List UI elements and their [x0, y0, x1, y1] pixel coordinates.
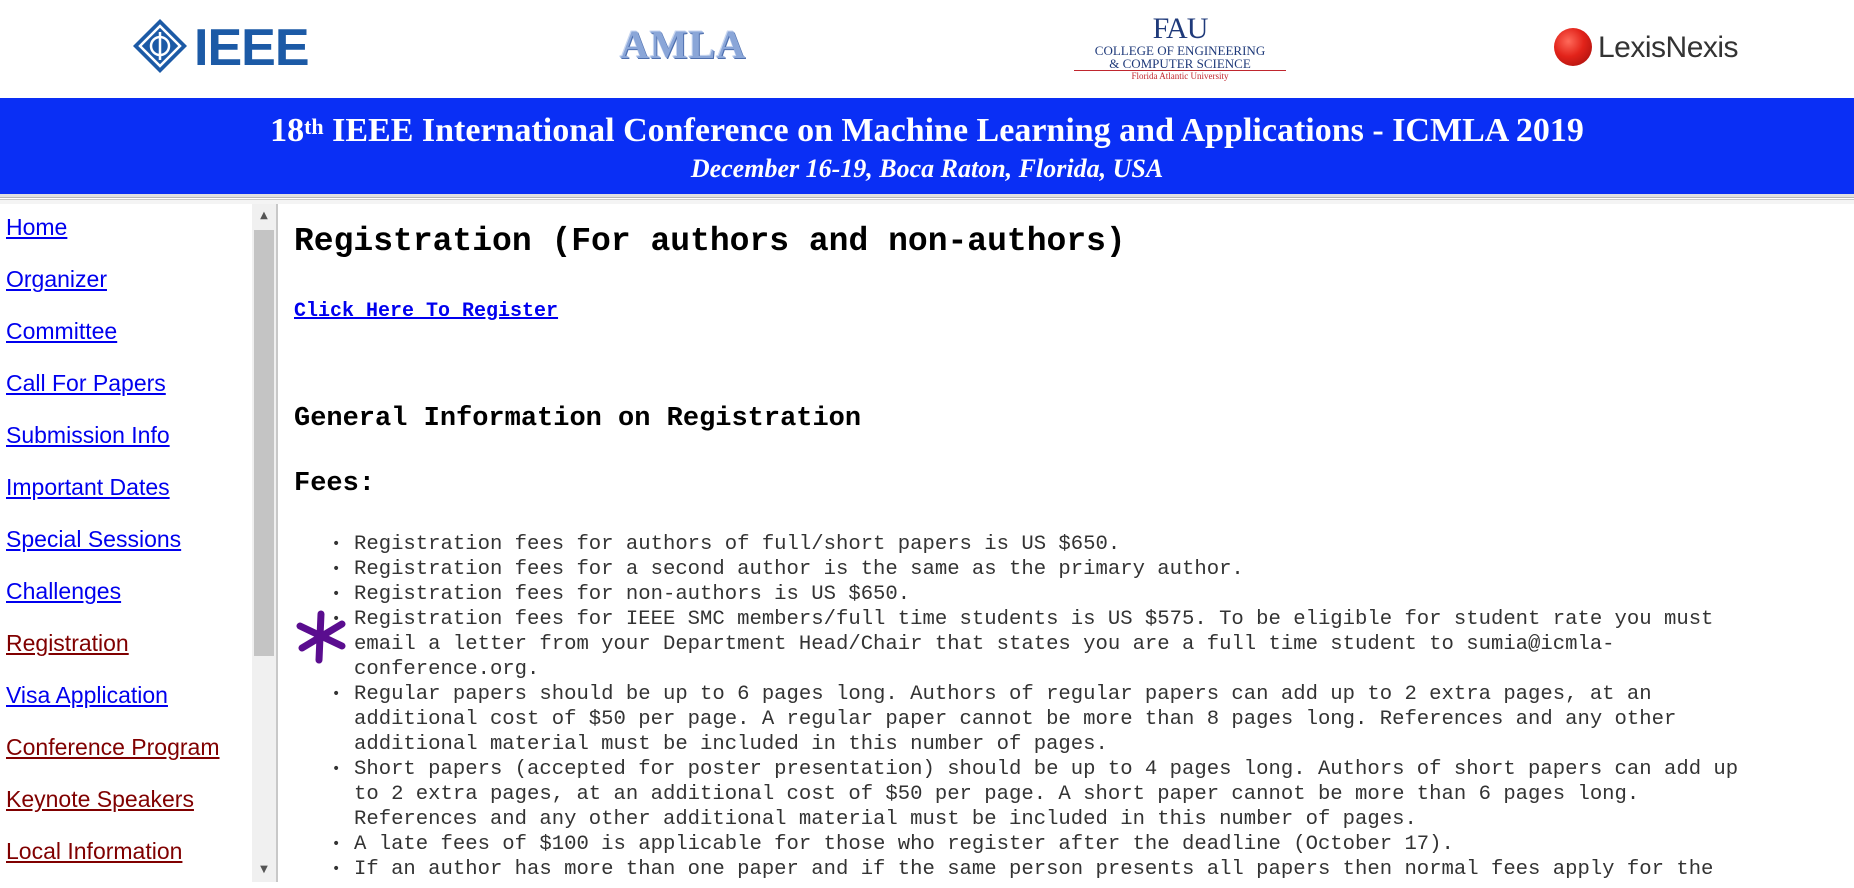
ieee-diamond-icon: [133, 19, 187, 73]
fau-logo: FAU COLLEGE OF ENGINEERING & COMPUTER SC…: [1070, 12, 1290, 81]
logo-strip: IEEE AMLA FAU COLLEGE OF ENGINEERING & C…: [0, 0, 1854, 98]
title-text: IEEE International Conference on Machine…: [323, 112, 1584, 149]
fau-mark: FAU: [1152, 12, 1209, 45]
sidebar-scrollbar[interactable]: ▲ ▼: [252, 204, 276, 882]
bullet-icon: •: [332, 686, 341, 702]
scroll-thumb[interactable]: [254, 230, 274, 656]
fee-text: If an author has more than one paper and…: [354, 858, 1714, 881]
sidebar-nav: Home Organizer Committee Call For Papers Sub…: [6, 212, 246, 888]
fee-text: Short papers (accepted for poster presen…: [354, 758, 1739, 831]
main-content: Registration (For authors and non-author…: [294, 204, 1850, 882]
sidebar-link-important-dates[interactable]: Important Dates: [6, 472, 246, 524]
amla-logo: AMLA: [620, 20, 790, 74]
fees-list: • Registration fees for authors of full/s…: [324, 532, 1840, 882]
fee-text: Registration fees for a second author is…: [354, 558, 1244, 581]
bullet-icon: •: [332, 836, 341, 852]
title-ordinal: 18: [270, 112, 305, 149]
fee-list-item: • Registration fees for authors of full/s…: [324, 532, 1840, 557]
general-info-heading: General Information on Registration: [294, 404, 862, 434]
fee-text: Regular papers should be up to 6 pages l…: [354, 683, 1677, 756]
title-ordinal-suffix: th: [304, 114, 324, 139]
bullet-icon: •: [332, 536, 341, 552]
fee-text: Registration fees for non-authors is US …: [354, 583, 911, 606]
lexisnexis-logo: LexisNexis: [1554, 28, 1754, 68]
fau-cs-line: & COMPUTER SCIENCE: [1109, 56, 1251, 71]
fee-list-item: • Short papers (accepted for poster prese…: [324, 757, 1840, 832]
fee-list-item: • Registration fees for IEEE SMC members/…: [324, 607, 1840, 682]
fee-list-item: • A late fees of $100 is applicable for t…: [324, 832, 1840, 857]
bullet-icon: •: [332, 561, 341, 577]
sidebar-link-local-information[interactable]: Local Information: [6, 836, 246, 888]
fee-list-item: • If an author has more than one paper an…: [324, 857, 1840, 882]
amla-wordmark: AMLA: [620, 22, 747, 67]
ieee-wordmark: IEEE: [194, 19, 309, 77]
bullet-icon: •: [332, 861, 341, 877]
sidebar-link-call-for-papers[interactable]: Call For Papers: [6, 368, 246, 420]
scroll-down-arrow-icon[interactable]: ▼: [252, 858, 276, 882]
sidebar-link-submission-info[interactable]: Submission Info: [6, 420, 246, 472]
bullet-icon: •: [332, 761, 341, 777]
sidebar-link-challenges[interactable]: Challenges: [6, 576, 246, 628]
sidebar-link-visa-application[interactable]: Visa Application: [6, 680, 246, 732]
lexisnexis-wordmark: LexisNexis: [1598, 31, 1739, 64]
fee-text: Registration fees for IEEE SMC members/f…: [354, 608, 1714, 681]
sidebar-link-conference-program[interactable]: Conference Program: [6, 732, 246, 784]
sidebar-link-registration[interactable]: Registration: [6, 628, 246, 680]
sidebar-link-special-sessions[interactable]: Special Sessions: [6, 524, 246, 576]
conference-banner: 18th IEEE International Conference on Ma…: [0, 98, 1854, 194]
fees-heading: Fees:: [294, 469, 376, 499]
sidebar-link-keynote-speakers[interactable]: Keynote Speakers: [6, 784, 246, 836]
page-title: Registration (For authors and non-author…: [294, 223, 1126, 260]
sidebar-link-organizer[interactable]: Organizer: [6, 264, 246, 316]
sidebar-link-home[interactable]: Home: [6, 212, 246, 264]
fee-list-item: • Registration fees for a second author i…: [324, 557, 1840, 582]
sidebar-frame: Home Organizer Committee Call For Papers Sub…: [0, 204, 278, 882]
fau-university-line: Florida Atlantic University: [1131, 71, 1229, 81]
conference-dates: December 16-19, Boca Raton, Florida, USA: [690, 154, 1164, 183]
fee-text: A late fees of $100 is applicable for th…: [354, 833, 1454, 856]
bullet-icon: •: [332, 611, 341, 627]
frame-divider: [0, 194, 1854, 198]
scroll-up-arrow-icon[interactable]: ▲: [252, 204, 276, 228]
conference-title: 18th IEEE International Conference on Ma…: [0, 110, 1854, 152]
lexisnexis-ball-icon: [1554, 28, 1592, 66]
fee-list-item: • Registration fees for non-authors is US…: [324, 582, 1840, 607]
sidebar-link-committee[interactable]: Committee: [6, 316, 246, 368]
register-link[interactable]: Click Here To Register: [294, 300, 558, 324]
fee-list-item: • Regular papers should be up to 6 pages …: [324, 682, 1840, 757]
ieee-logo: IEEE: [130, 16, 330, 80]
fee-text: Registration fees for authors of full/sh…: [354, 533, 1121, 556]
bullet-icon: •: [332, 586, 341, 602]
